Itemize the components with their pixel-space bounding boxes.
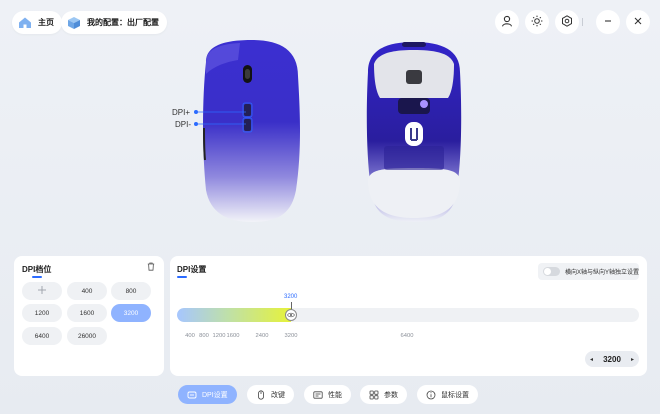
slider-current-value: 3200	[284, 294, 298, 300]
tab-key-remap[interactable]: 改键	[247, 385, 294, 404]
slider-tick-label: 1600	[226, 333, 240, 339]
dpi-level-chip[interactable]: 1600	[67, 304, 107, 322]
slider-tick-label: 3200	[284, 333, 298, 339]
add-level-button[interactable]	[22, 282, 62, 300]
eye-icon	[287, 311, 295, 320]
mouse-preview: DPI+ DPI-	[0, 0, 660, 248]
tab-parameters[interactable]: 参数	[360, 385, 407, 404]
dpi-level-chip[interactable]: 6400	[22, 327, 62, 345]
independent-xy-label: 横向X轴与纵向Y轴独立设置	[565, 270, 640, 276]
tab-performance[interactable]: 性能	[304, 385, 351, 404]
tab-label: DPI设置	[202, 391, 228, 399]
independent-xy-toggle[interactable]: 横向X轴与纵向Y轴独立设置	[538, 263, 639, 280]
dpi-level-chip-selected[interactable]: 3200	[111, 304, 151, 322]
dpi-level-chip[interactable]: 26000	[67, 327, 107, 345]
dpi-stepper-value[interactable]: 3200	[603, 355, 621, 364]
tab-label: 鼠标设置	[441, 391, 469, 399]
dpi-level-chip[interactable]: 1200	[22, 304, 62, 322]
tab-label: 性能	[328, 391, 342, 399]
slider-tick-label: 800	[199, 333, 209, 339]
tab-label: 改键	[271, 391, 285, 399]
dpi-minus-label: DPI-	[175, 120, 191, 129]
slider-tick-label: 6400	[400, 333, 414, 339]
decrement-button[interactable]: ◂	[590, 356, 593, 363]
dpi-levels-title: DPI档位	[22, 264, 51, 278]
grid-icon	[369, 390, 379, 400]
dpi-slider-fill	[177, 308, 291, 322]
performance-icon	[313, 390, 323, 400]
tab-dpi-settings[interactable]: DPI设置	[178, 385, 237, 404]
dpi-plus-label: DPI+	[172, 108, 191, 117]
increment-button[interactable]: ▸	[631, 356, 634, 363]
dpi-slider-track[interactable]	[177, 308, 639, 322]
mouse-icon	[256, 389, 266, 400]
dpi-icon	[187, 390, 197, 400]
slider-tick-label: 400	[185, 333, 195, 339]
slider-tick-label: 1200	[212, 333, 226, 339]
slider-tick-label: 2400	[255, 333, 269, 339]
dpi-slider-handle[interactable]	[285, 309, 297, 321]
dpi-settings-title: DPI设置	[177, 264, 206, 278]
dpi-level-chip[interactable]: 400	[67, 282, 107, 300]
dpi-stepper: ◂ 3200 ▸	[585, 351, 639, 367]
tab-label: 参数	[384, 391, 398, 399]
mouse-side-view	[194, 40, 300, 222]
toggle-switch[interactable]	[543, 267, 560, 276]
delete-level-button[interactable]	[147, 262, 155, 273]
trash-icon	[147, 262, 155, 273]
info-icon	[426, 390, 436, 400]
dpi-level-chip[interactable]: 800	[111, 282, 151, 300]
plus-icon	[37, 285, 47, 297]
mouse-bottom-view	[366, 42, 462, 222]
tab-mouse-settings[interactable]: 鼠标设置	[417, 385, 478, 404]
